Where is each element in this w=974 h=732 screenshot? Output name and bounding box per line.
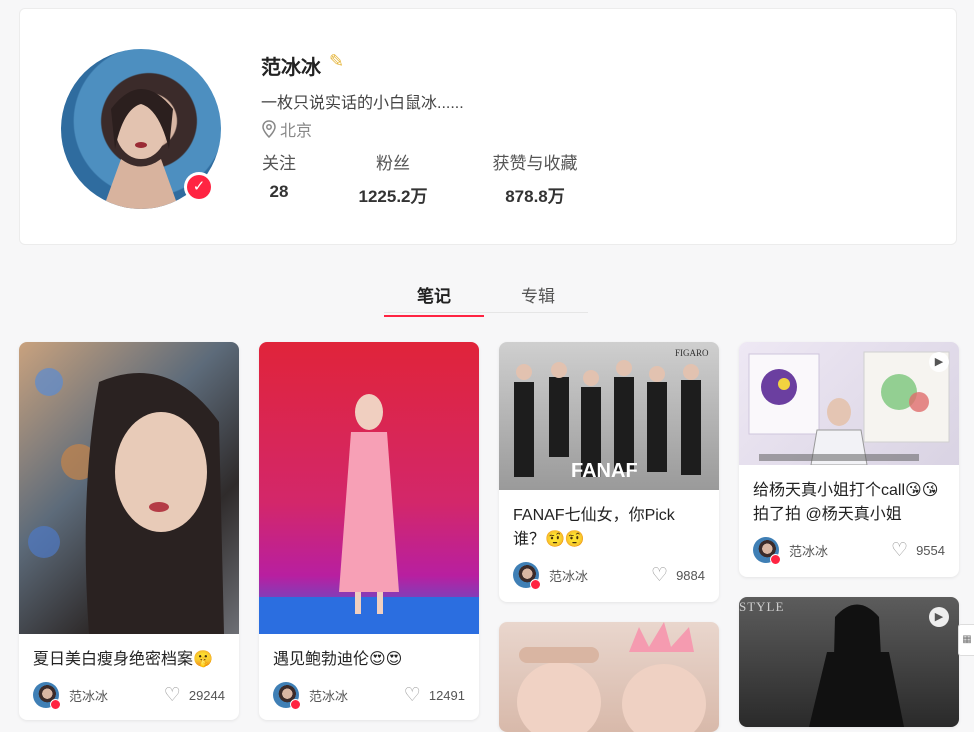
like-button[interactable]: ♡ 29244 <box>164 686 225 705</box>
tab-albums[interactable]: 专辑 <box>488 282 588 315</box>
stat-label: 关注 <box>262 154 296 173</box>
like-button[interactable]: ♡ 9884 <box>651 566 705 585</box>
like-count: 29244 <box>188 687 225 703</box>
note-title[interactable]: 夏日美白瘦身绝密档案🤫 <box>19 634 239 672</box>
like-count: 12491 <box>428 687 465 703</box>
stat-likes-collects[interactable]: 获赞与收藏 878.8万 <box>489 149 581 207</box>
like-count: 9554 <box>916 542 945 558</box>
note-thumbnail[interactable]: ▶ <box>739 342 959 466</box>
author-avatar[interactable] <box>33 682 61 710</box>
play-icon: ▶ <box>929 352 949 372</box>
stat-value: 28 <box>269 182 289 201</box>
stat-value: 878.8万 <box>505 187 565 206</box>
author-name[interactable]: 范冰冰 <box>309 686 348 705</box>
note-thumbnail[interactable]: STYLE ▶ <box>739 597 959 727</box>
note-title[interactable]: FANAF七仙女，你Pick谁？🤨🤨 <box>499 490 719 552</box>
author-avatar[interactable] <box>513 562 541 590</box>
stat-followers[interactable]: 粉丝 1225.2万 <box>354 149 432 207</box>
stat-label: 获赞与收藏 <box>492 154 578 173</box>
magazine-title-text: STYLE <box>739 599 784 614</box>
heart-icon[interactable]: ♡ <box>651 566 668 585</box>
note-author[interactable]: 范冰冰 <box>513 562 588 590</box>
note-card[interactable]: 夏日美白瘦身绝密档案🤫 范冰冰 ♡ 29244 <box>19 342 239 720</box>
map-pin-icon <box>262 120 276 138</box>
content-tabs: 笔记 专辑 <box>384 282 588 317</box>
location-text: 北京 <box>280 123 313 140</box>
author-name[interactable]: 范冰冰 <box>69 686 108 705</box>
like-count: 9884 <box>676 567 705 583</box>
stat-value: 1225.2万 <box>358 187 428 206</box>
profile-location: 北京 <box>261 117 312 141</box>
play-icon: ▶ <box>929 607 949 627</box>
brand-badge-icon: ✎ <box>329 51 345 71</box>
note-card[interactable] <box>499 622 719 732</box>
note-thumbnail[interactable] <box>259 342 479 634</box>
magazine-brand-text: FIGARO <box>675 348 709 358</box>
profile-card: ✓ 范冰冰 ✎ 一枚只说实话的小白鼠冰...... 北京 关注 28 粉丝 12… <box>19 8 957 245</box>
note-author[interactable]: 范冰冰 <box>33 682 108 710</box>
heart-icon[interactable]: ♡ <box>404 686 421 705</box>
author-name[interactable]: 范冰冰 <box>789 541 828 560</box>
heart-icon[interactable]: ♡ <box>891 541 908 560</box>
note-author[interactable]: 范冰冰 <box>753 537 828 565</box>
note-title[interactable]: 给杨天真小姐打个call😘😘拍了拍 @杨天真小姐 <box>739 465 959 527</box>
author-name[interactable]: 范冰冰 <box>549 566 588 585</box>
note-card[interactable]: STYLE ▶ <box>739 597 959 727</box>
profile-name: 范冰冰 <box>261 57 321 79</box>
author-avatar[interactable] <box>753 537 781 565</box>
qr-code-icon[interactable]: ▦ <box>958 624 974 656</box>
heart-icon[interactable]: ♡ <box>164 686 181 705</box>
author-avatar[interactable] <box>273 682 301 710</box>
fanaf-logo-text: FANAF <box>571 460 638 482</box>
note-card[interactable]: ▶ 给杨天真小姐打个call😘😘拍了拍 @杨天真小姐 范冰冰 ♡ 9554 <box>739 342 959 577</box>
verified-badge-icon: ✓ <box>184 172 214 202</box>
tab-notes[interactable]: 笔记 <box>384 282 484 317</box>
profile-bio: 一枚只说实话的小白鼠冰...... <box>261 95 464 112</box>
note-thumbnail[interactable]: FIGARO FANAF <box>499 342 719 490</box>
note-card[interactable]: FIGARO FANAF FANAF七仙女，你Pick谁？🤨🤨 范冰冰 ♡ 98… <box>499 342 719 602</box>
stat-label: 粉丝 <box>376 154 410 173</box>
note-author[interactable]: 范冰冰 <box>273 682 348 710</box>
note-thumbnail[interactable] <box>19 342 239 634</box>
note-thumbnail[interactable] <box>499 622 719 732</box>
like-button[interactable]: ♡ 12491 <box>404 686 465 705</box>
stat-following[interactable]: 关注 28 <box>261 149 297 202</box>
like-button[interactable]: ♡ 9554 <box>891 541 945 560</box>
note-title[interactable]: 遇见鲍勃迪伦😍😍 <box>259 634 479 672</box>
note-card[interactable]: 遇见鲍勃迪伦😍😍 范冰冰 ♡ 12491 <box>259 342 479 720</box>
